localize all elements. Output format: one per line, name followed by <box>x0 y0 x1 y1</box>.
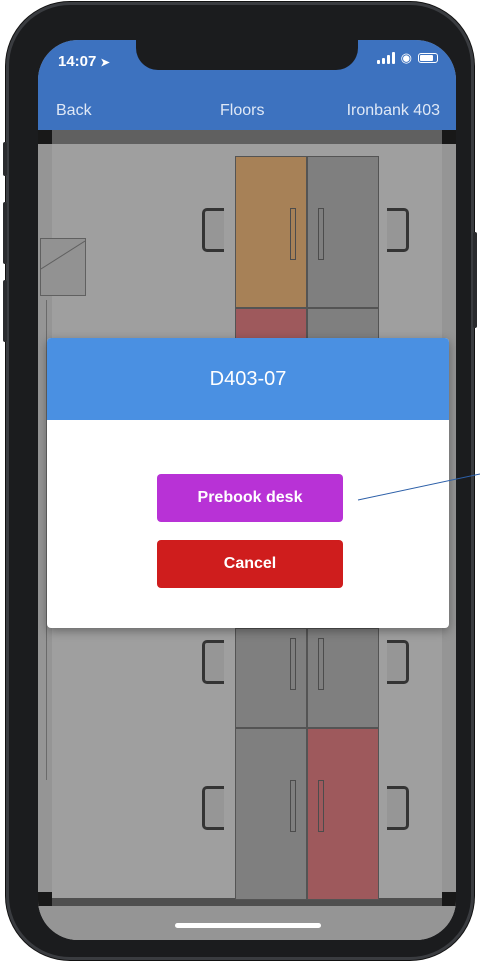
location-arrow-icon: ➤ <box>100 57 110 69</box>
status-time-text: 14:07 <box>58 53 97 70</box>
status-bar: 14:07 ➤ ◉ <box>38 40 456 98</box>
building-name[interactable]: Ironbank 403 <box>347 102 440 120</box>
volume-up-button <box>3 202 7 264</box>
floors-tab[interactable]: Floors <box>220 102 264 120</box>
desk-id-title: D403-07 <box>209 367 287 390</box>
notch <box>136 40 358 70</box>
back-button[interactable]: Back <box>56 102 92 120</box>
home-indicator[interactable] <box>175 923 321 928</box>
prebook-desk-button[interactable]: Prebook desk <box>157 474 343 522</box>
battery-icon <box>418 53 438 63</box>
status-time: 14:07 ➤ <box>58 53 110 70</box>
desk-modal: D403-07 Prebook desk Cancel <box>47 338 449 628</box>
app-screen: 14:07 ➤ ◉ Back Floors Ironbank 403 D403-… <box>38 40 456 940</box>
cellular-signal-icon <box>376 52 395 64</box>
phone-frame: 14:07 ➤ ◉ Back Floors Ironbank 403 D403-… <box>3 2 477 960</box>
power-button <box>473 232 477 328</box>
modal-header: D403-07 <box>47 338 449 420</box>
status-icons: ◉ <box>376 50 438 65</box>
wifi-icon: ◉ <box>400 50 412 65</box>
volume-down-button <box>3 280 7 342</box>
cancel-button[interactable]: Cancel <box>157 540 343 588</box>
mute-switch <box>3 142 7 176</box>
nav-bar: Back Floors Ironbank 403 <box>38 98 456 130</box>
